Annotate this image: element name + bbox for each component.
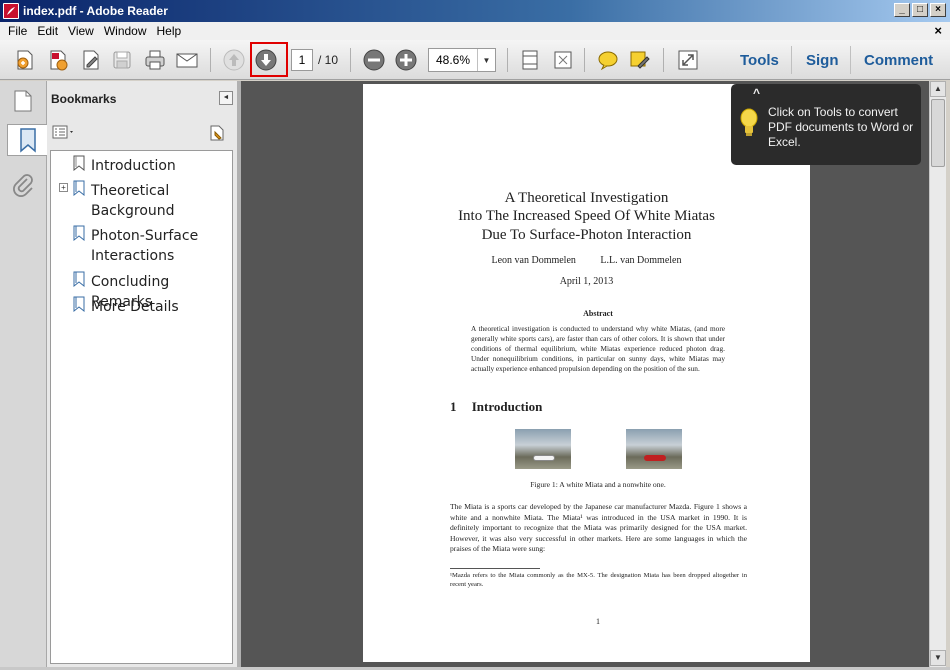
lightbulb-icon	[739, 108, 759, 141]
close-window-button[interactable]: ×	[930, 3, 946, 17]
scroll-down-button[interactable]: ▼	[930, 650, 946, 666]
figure-caption: Figure 1: A white Miata and a nonwhite o…	[530, 480, 666, 489]
sign-button[interactable]: Sign	[806, 52, 839, 69]
toolbar-separator	[507, 48, 508, 72]
bookmark-photon-surface-line1[interactable]: Photon-Surface	[91, 226, 198, 246]
paper-title-line-1: A Theoretical Investigation	[504, 190, 669, 206]
toolbar-separator	[663, 48, 664, 72]
bookmark-more-details[interactable]: More Details	[91, 297, 179, 317]
export-pdf-icon[interactable]	[45, 47, 71, 73]
bookmark-photon-surface-line2[interactable]: Interactions	[91, 246, 174, 266]
bookmarks-toolbar	[47, 119, 237, 149]
bookmark-introduction[interactable]: Introduction	[91, 156, 176, 176]
body-text: The Miata is a sports car developed by t…	[450, 502, 747, 553]
abstract-heading: Abstract	[583, 309, 613, 318]
bookmark-icon	[73, 296, 85, 315]
toolbar-separator	[350, 48, 351, 72]
paper-authors: Leon van Dommelen L.L. van Dommelen	[363, 255, 810, 266]
paper-date: April 1, 2013	[559, 276, 614, 287]
full-screen-icon[interactable]	[550, 47, 576, 73]
bookmark-icon	[73, 155, 85, 174]
section-number: 1	[450, 399, 457, 414]
save-icon[interactable]	[109, 47, 135, 73]
figure-red-miata	[626, 429, 682, 469]
menu-file[interactable]: File	[4, 24, 33, 38]
toolbar-separator	[791, 46, 792, 74]
adobe-reader-icon	[3, 3, 19, 19]
footnote-rule	[450, 568, 540, 569]
menu-window[interactable]: Window	[100, 24, 153, 38]
navigation-pane	[0, 81, 48, 667]
author-1: Leon van Dommelen	[491, 255, 576, 266]
abstract-text: A theoretical investigation is conducted…	[471, 324, 725, 373]
maximize-button[interactable]: □	[912, 3, 928, 17]
bookmarks-icon[interactable]	[7, 124, 48, 156]
figure-white-miata	[515, 429, 571, 469]
vertical-scrollbar[interactable]: ▲ ▼	[929, 81, 946, 667]
zoom-in-icon[interactable]	[393, 47, 419, 73]
next-page-highlight	[250, 42, 288, 77]
scroll-up-button[interactable]: ▲	[930, 81, 946, 97]
bookmark-theoretical-background-line1[interactable]: Theoretical	[91, 181, 169, 201]
author-2: L.L. van Dommelen	[600, 255, 682, 266]
toolbar-separator	[850, 46, 851, 74]
comment-button[interactable]: Comment	[864, 52, 933, 69]
page-number: 1	[596, 617, 600, 626]
tools-button[interactable]: Tools	[740, 52, 779, 69]
bookmarks-list: Introduction + Theoretical Background Ph…	[50, 150, 233, 664]
read-mode-icon[interactable]	[675, 47, 701, 73]
red-car-shape	[644, 455, 666, 461]
toolbar-separator	[210, 48, 211, 72]
zoom-select[interactable]: 48.6% ▼	[428, 48, 496, 72]
window-title: index.pdf - Adobe Reader	[23, 4, 168, 18]
section-heading: 1 Introduction	[450, 399, 542, 415]
bookmark-theoretical-background-line2[interactable]: Background	[91, 201, 175, 221]
toolbar-separator	[584, 48, 585, 72]
fit-page-icon[interactable]	[517, 47, 543, 73]
options-menu-icon[interactable]	[52, 124, 76, 140]
zoom-value[interactable]: 48.6%	[429, 49, 477, 71]
sign-icon[interactable]	[627, 47, 653, 73]
footnote-text: ¹Mazda refers to the Miata commonly as t…	[450, 572, 747, 588]
minimize-button[interactable]: _	[894, 3, 910, 17]
zoom-out-icon[interactable]	[361, 47, 387, 73]
print-icon[interactable]	[142, 47, 168, 73]
paper-title-line-3: Due To Surface-Photon Interaction	[481, 227, 692, 243]
bookmarks-header: Bookmarks ◄	[47, 81, 237, 117]
bookmarks-panel: Bookmarks ◄ Introduction + Theoretical B…	[47, 81, 237, 667]
chevron-down-icon[interactable]: ▼	[477, 49, 495, 71]
page-total: / 10	[318, 53, 339, 67]
previous-page-icon[interactable]	[221, 47, 247, 73]
comment-icon[interactable]	[595, 47, 621, 73]
scroll-thumb[interactable]	[931, 99, 945, 167]
tooltip-text: Click on Tools to convert PDF documents …	[768, 105, 914, 149]
expand-bookmark-icon[interactable]	[207, 124, 229, 142]
close-document-button[interactable]: ×	[934, 23, 942, 38]
chevron-up-icon: ^	[753, 86, 761, 100]
page-number-input[interactable]: 1	[291, 49, 313, 71]
white-car-shape	[533, 455, 555, 461]
email-icon[interactable]	[174, 47, 200, 73]
paper-title-line-2: Into The Increased Speed Of White Miatas	[458, 208, 715, 224]
pdf-page: A Theoretical Investigation Into The Inc…	[363, 84, 810, 662]
tools-tooltip[interactable]: ^ Click on Tools to convert PDF document…	[731, 84, 921, 165]
attachments-icon[interactable]	[7, 169, 39, 201]
collapse-panel-button[interactable]: ◄	[219, 91, 233, 105]
edit-icon[interactable]	[78, 47, 104, 73]
menu-edit[interactable]: Edit	[33, 24, 64, 38]
title-bar: index.pdf - Adobe Reader _ □ ×	[0, 0, 950, 22]
bookmark-icon	[73, 271, 85, 290]
page-thumbnails-icon[interactable]	[7, 85, 39, 117]
bookmark-icon	[73, 180, 85, 199]
create-pdf-icon[interactable]	[12, 47, 38, 73]
bookmark-icon	[73, 225, 85, 244]
menu-view[interactable]: View	[64, 24, 100, 38]
panel-title: Bookmarks	[51, 92, 117, 106]
section-title: Introduction	[471, 399, 543, 414]
menu-help[interactable]: Help	[153, 24, 188, 38]
expand-bookmark-toggle[interactable]: +	[59, 183, 68, 192]
menu-bar: File Edit View Window Help ×	[0, 22, 950, 40]
